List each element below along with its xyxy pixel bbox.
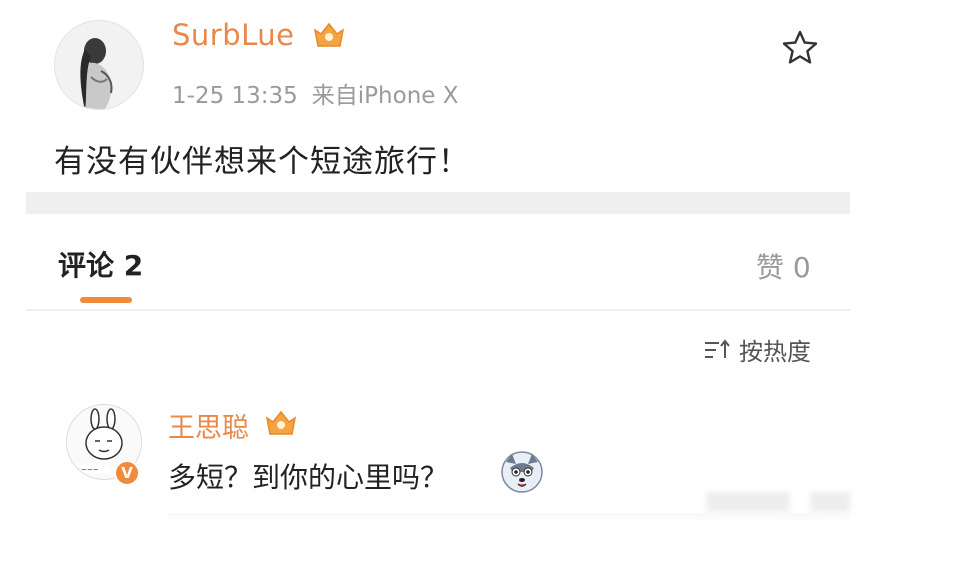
- comment-bottom-divider: [168, 513, 850, 523]
- post-source: 来自iPhone X: [311, 83, 459, 109]
- tab-comments[interactable]: 评论 2: [58, 244, 143, 284]
- post-meta: 1-25 13:35 来自iPhone X: [172, 76, 459, 110]
- blurred-action: [810, 492, 850, 512]
- comment-content: 多短？到你的心里吗？: [168, 461, 449, 494]
- active-tab-indicator: [80, 297, 132, 303]
- verified-icon: V: [114, 460, 140, 486]
- crown-vip-icon: [313, 22, 345, 47]
- author-avatar[interactable]: [54, 20, 144, 110]
- post-time: 1-25 13:35: [172, 83, 298, 109]
- sort-icon: [705, 338, 730, 358]
- post-content: 有没有伙伴想来个短途旅行！: [54, 144, 470, 180]
- star-outline-icon[interactable]: [780, 28, 820, 68]
- author-name[interactable]: SurbLue: [172, 18, 295, 52]
- husky-emoji-icon: [501, 451, 543, 493]
- blurred-action: [706, 492, 790, 512]
- section-divider: [26, 192, 850, 214]
- sort-label: 按热度: [739, 338, 811, 366]
- commenter-name[interactable]: 王思聪: [168, 406, 249, 445]
- sort-by-hot-button[interactable]: 按热度: [703, 332, 811, 367]
- tab-likes[interactable]: 赞 0: [756, 246, 811, 286]
- crown-vip-icon: [265, 410, 297, 435]
- tabs-divider: [26, 309, 850, 311]
- svg-text:~~~: ~~~: [81, 466, 99, 474]
